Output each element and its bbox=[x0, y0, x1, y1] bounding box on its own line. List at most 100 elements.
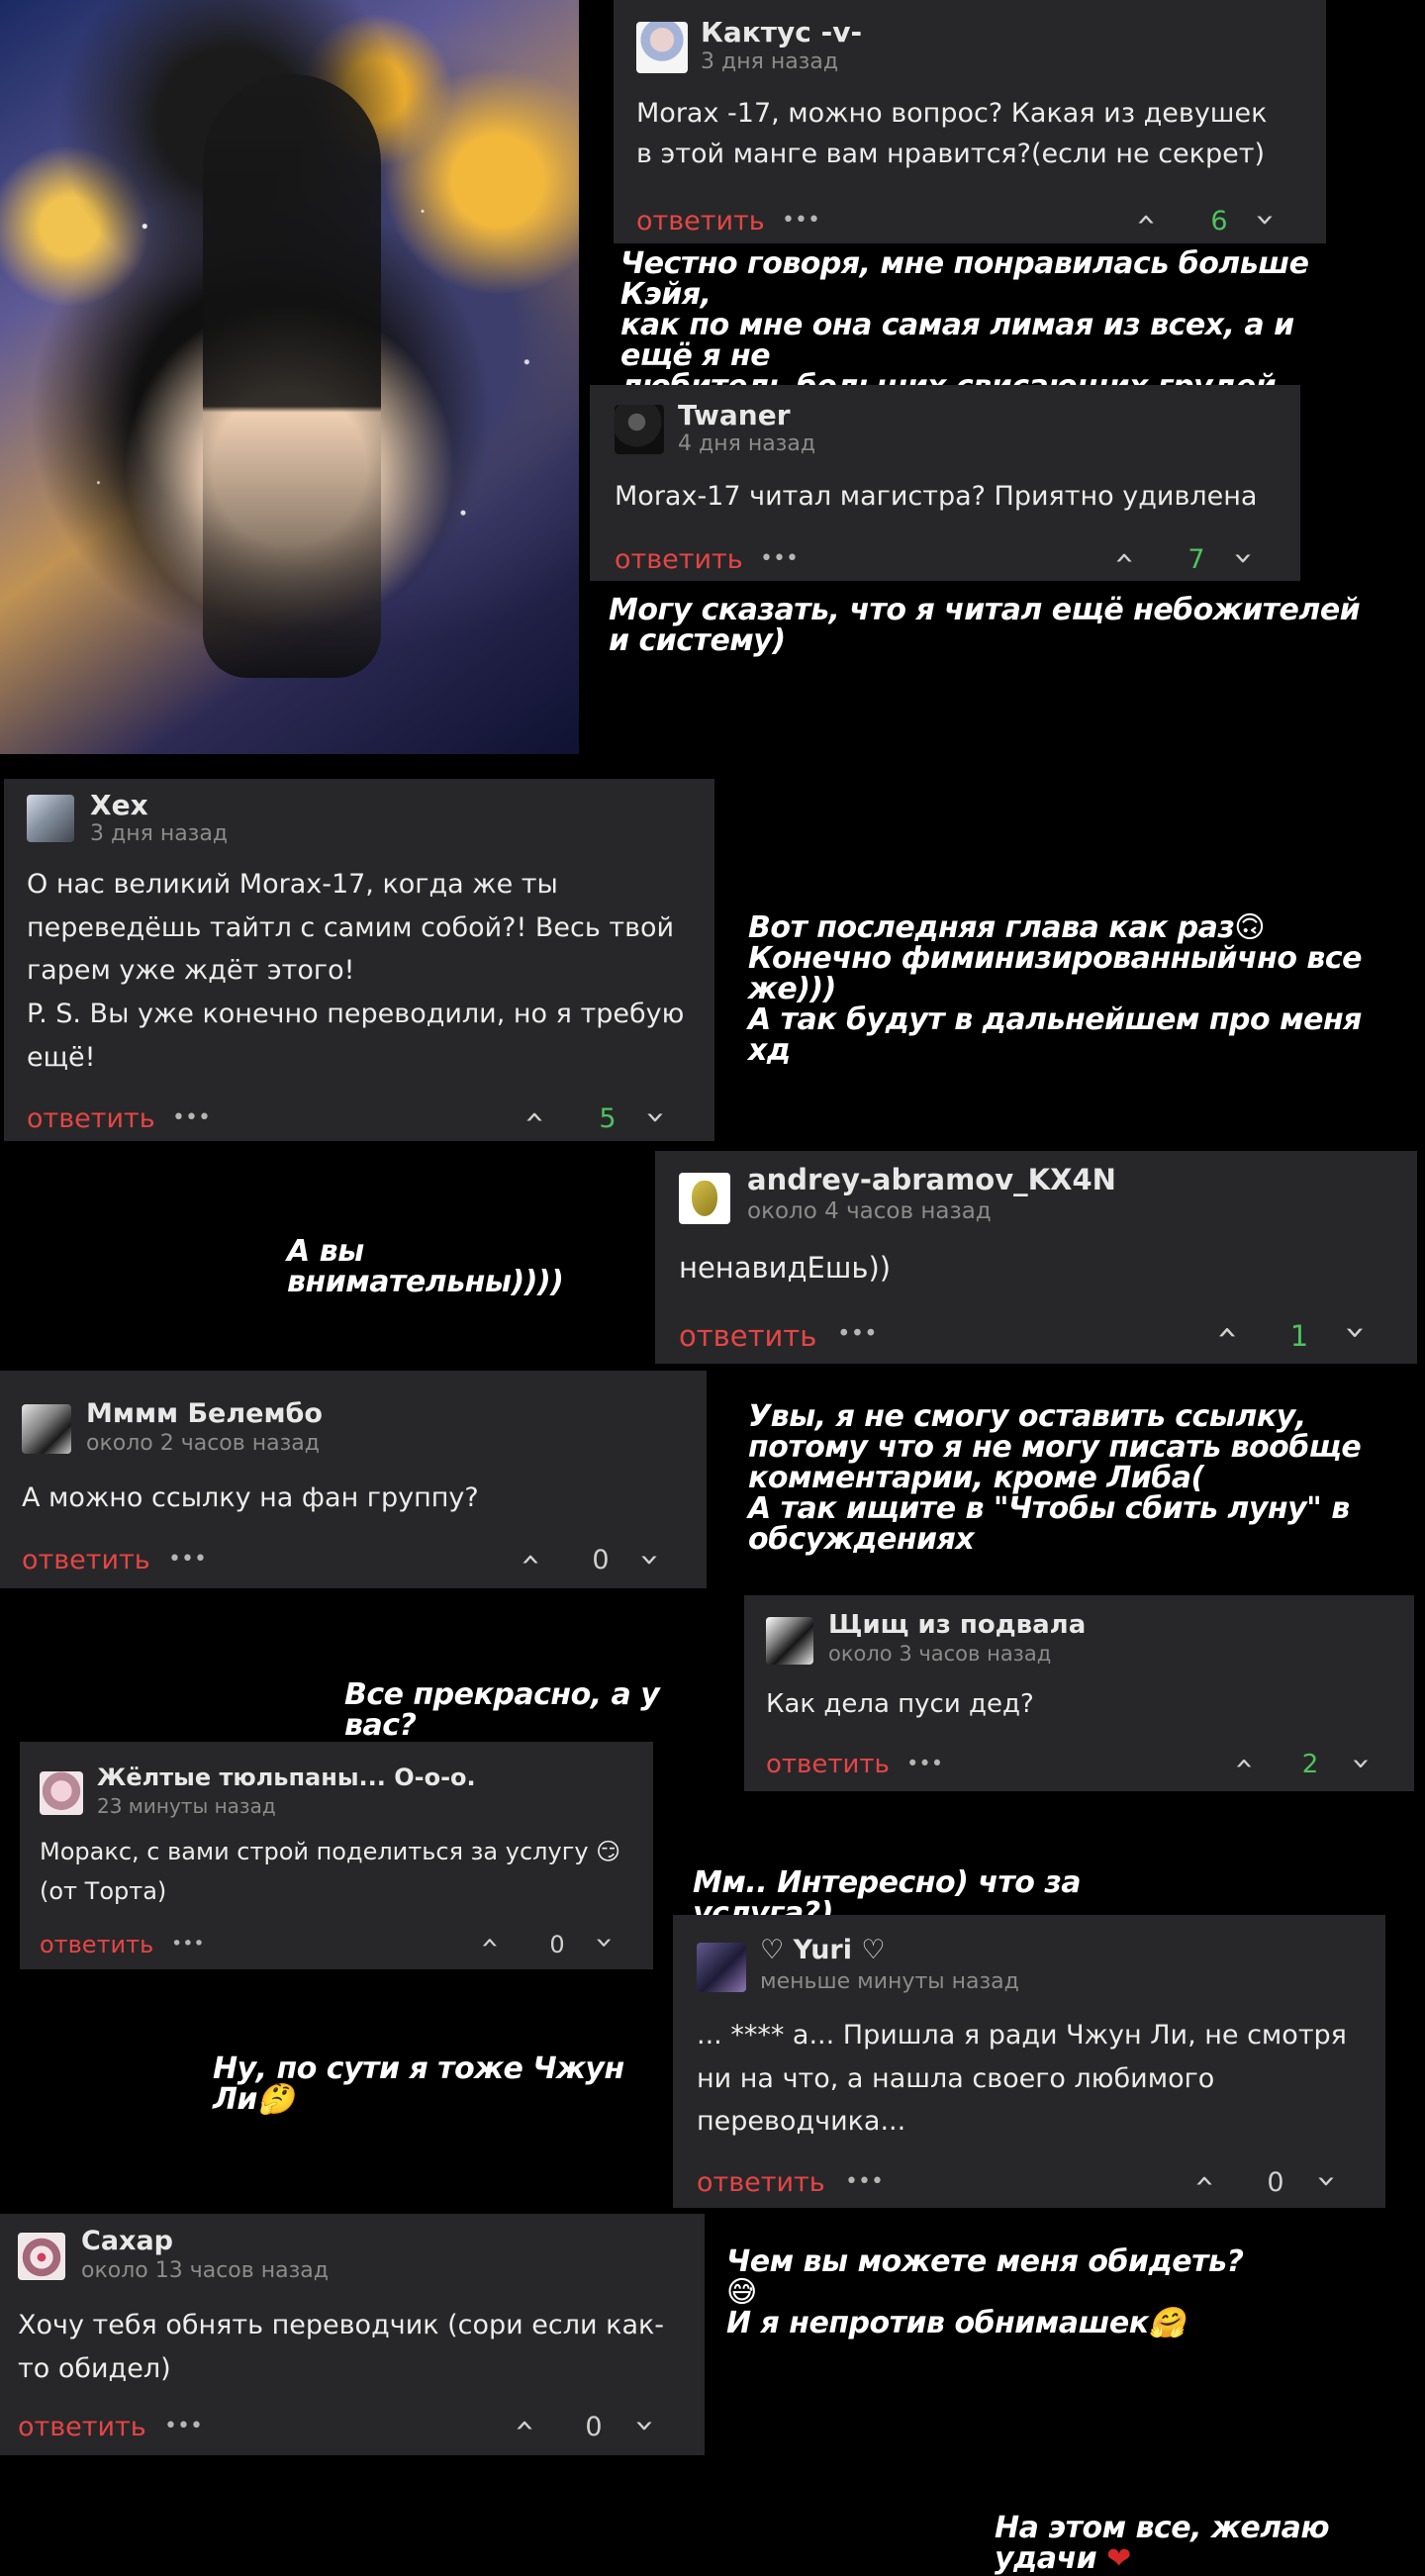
upvote-button[interactable]: › bbox=[504, 2406, 543, 2445]
comment-card-tulips: Жёлтые тюльпаны... О-о-о. 23 минуты наза… bbox=[20, 1742, 653, 1969]
vote-count: 5 bbox=[599, 1103, 617, 1134]
comment-text: О нас великий Morax-17, когда же ты пере… bbox=[27, 869, 685, 1073]
comment-text: Как дела пуси дед? bbox=[766, 1689, 1034, 1719]
comment-text: Хочу тебя обнять переводчик (сори если к… bbox=[18, 2310, 665, 2384]
upvote-button[interactable]: › bbox=[1184, 2161, 1223, 2201]
comment-time: около 3 часов назад bbox=[828, 1642, 1052, 1666]
downvote-button[interactable]: › bbox=[625, 2406, 665, 2445]
vote-count: 0 bbox=[1267, 2167, 1284, 2198]
avatar bbox=[766, 1617, 813, 1665]
comment-card-shchishch: Щищ из подвала около 3 часов назад Как д… bbox=[744, 1595, 1414, 1791]
comment-card-kheh: Хех 3 дня назад О нас великий Morax-17, … bbox=[4, 779, 714, 1141]
anime-character-artwork bbox=[0, 0, 579, 754]
avatar bbox=[679, 1173, 730, 1224]
author-reply-note: Увы, я не смогу оставить ссылку, потому … bbox=[748, 1399, 1362, 1557]
avatar bbox=[615, 405, 664, 454]
reply-button[interactable]: ответить bbox=[40, 1931, 153, 1958]
upvote-button[interactable]: › bbox=[471, 1925, 507, 1960]
comment-card-andrey: andrey-abramov_KX4N около 4 часов назад … bbox=[655, 1151, 1417, 1364]
vote-count: 7 bbox=[1188, 544, 1205, 575]
comment-time: меньше минуты назад bbox=[760, 1969, 1019, 1994]
comment-author[interactable]: ♡ Yuri ♡ bbox=[760, 1935, 886, 1965]
comment-author[interactable]: Хех bbox=[90, 789, 148, 821]
avatar bbox=[40, 1771, 83, 1815]
downvote-button[interactable]: › bbox=[1224, 538, 1264, 578]
comment-time: 23 минуты назад bbox=[97, 1794, 276, 1818]
more-options-button[interactable]: ••• bbox=[760, 546, 799, 571]
comment-author[interactable]: Жёлтые тюльпаны... О-о-о. bbox=[97, 1764, 476, 1791]
more-options-button[interactable]: ••• bbox=[172, 1105, 211, 1130]
downvote-button[interactable]: › bbox=[1343, 1745, 1380, 1782]
reply-button[interactable]: ответить bbox=[766, 1750, 890, 1779]
upvote-button[interactable]: › bbox=[1206, 1312, 1247, 1353]
comment-text: Моракс, с вами строй поделиться за услуг… bbox=[40, 1838, 621, 1905]
comment-card-twaner: Twaner 4 дня назад Morax-17 читал магист… bbox=[590, 385, 1300, 581]
more-options-button[interactable]: ••• bbox=[782, 208, 820, 233]
avatar bbox=[22, 1404, 71, 1454]
vote-count: 2 bbox=[1301, 1750, 1319, 1779]
pear-icon bbox=[692, 1181, 717, 1216]
vote-count: 0 bbox=[585, 2412, 603, 2442]
comment-author[interactable]: Щищ из подвала bbox=[828, 1610, 1086, 1640]
author-reply-note: Ну, по сути я тоже Чжун Ли🤔 bbox=[213, 2051, 624, 2117]
closing-note: На этом все, желаю удачи ❤ bbox=[995, 2483, 1420, 2575]
reply-button[interactable]: ответить bbox=[18, 2412, 146, 2442]
downvote-button[interactable]: › bbox=[630, 1540, 670, 1579]
comment-time: 4 дня назад bbox=[678, 431, 816, 456]
comment-time: 3 дня назад bbox=[701, 49, 839, 74]
upvote-button[interactable]: › bbox=[1125, 200, 1165, 239]
author-reply-note: Чем вы можете меня обидеть? 😅 И я непрот… bbox=[726, 2244, 1244, 2340]
comment-text: ... **** а... Пришла я ради Чжун Ли, не … bbox=[697, 2020, 1347, 2138]
comment-text: Morax-17 читал магистра? Приятно удивлен… bbox=[615, 481, 1258, 512]
more-options-button[interactable]: ••• bbox=[171, 1933, 205, 1955]
downvote-button[interactable]: › bbox=[1336, 1312, 1377, 1353]
reply-button[interactable]: ответить bbox=[27, 1103, 155, 1134]
avatar bbox=[697, 1943, 746, 1992]
author-reply-note: Вот последняя глава как раз🙃 Конечно фим… bbox=[748, 910, 1363, 1068]
reply-button[interactable]: ответить bbox=[22, 1545, 150, 1575]
reply-button[interactable]: ответить bbox=[697, 2167, 825, 2198]
comment-card-belembo: Мммм Белембо около 2 часов назад А можно… bbox=[0, 1371, 707, 1588]
comment-author[interactable]: andrey-abramov_KX4N bbox=[747, 1163, 1116, 1196]
reply-button[interactable]: ответить bbox=[615, 544, 743, 575]
comment-author[interactable]: Кактус -v- bbox=[701, 16, 862, 48]
heart-icon: ❤ bbox=[1106, 2540, 1131, 2576]
comment-card-kaktus: Кактус -v- 3 дня назад Morax -17, можно … bbox=[614, 0, 1326, 243]
vote-count: 6 bbox=[1210, 206, 1228, 237]
more-options-button[interactable]: ••• bbox=[845, 2169, 884, 2194]
comment-card-yuri: ♡ Yuri ♡ меньше минуты назад ... **** а.… bbox=[673, 1915, 1385, 2208]
more-options-button[interactable]: ••• bbox=[168, 1547, 207, 1572]
avatar bbox=[27, 795, 74, 842]
downvote-button[interactable]: › bbox=[1246, 200, 1285, 239]
upvote-button[interactable]: › bbox=[514, 1097, 553, 1137]
comment-author[interactable]: Twaner bbox=[678, 399, 791, 431]
closing-note-text: На этом все, желаю удачи bbox=[995, 2510, 1330, 2576]
comment-text: А можно ссылку на фан группу? bbox=[22, 1482, 479, 1513]
upvote-button[interactable]: › bbox=[1223, 1745, 1261, 1782]
vote-count: 0 bbox=[549, 1931, 565, 1958]
comment-time: около 13 часов назад bbox=[81, 2258, 329, 2283]
downvote-button[interactable]: › bbox=[1307, 2161, 1347, 2201]
vote-count: 1 bbox=[1289, 1319, 1309, 1353]
comment-text: Morax -17, можно вопрос? Какая из девуше… bbox=[636, 98, 1268, 169]
comment-time: 3 дня назад bbox=[90, 821, 229, 846]
upvote-button[interactable]: › bbox=[1103, 538, 1143, 578]
author-reply-note: А вы внимательны)))) bbox=[287, 1234, 564, 1299]
comment-time: около 2 часов назад bbox=[86, 1431, 320, 1456]
comment-author[interactable]: Сахар bbox=[81, 2226, 173, 2256]
more-options-button[interactable]: ••• bbox=[906, 1752, 943, 1775]
avatar bbox=[636, 22, 688, 73]
comment-author[interactable]: Мммм Белембо bbox=[86, 1398, 323, 1429]
downvote-button[interactable]: › bbox=[587, 1925, 622, 1960]
vote-count: 0 bbox=[592, 1545, 610, 1575]
author-reply-note: Могу сказать, что я читал ещё небожителе… bbox=[609, 593, 1361, 658]
avatar bbox=[18, 2233, 65, 2280]
more-options-button[interactable]: ••• bbox=[164, 2414, 203, 2438]
comment-time: около 4 часов назад bbox=[747, 1198, 992, 1224]
downvote-button[interactable]: › bbox=[636, 1097, 676, 1137]
more-options-button[interactable]: ••• bbox=[837, 1321, 878, 1347]
reply-button[interactable]: ответить bbox=[679, 1319, 816, 1353]
comment-card-sakhar: Сахар около 13 часов назад Хочу тебя обн… bbox=[0, 2214, 705, 2455]
upvote-button[interactable]: › bbox=[510, 1540, 549, 1579]
reply-button[interactable]: ответить bbox=[636, 206, 765, 237]
